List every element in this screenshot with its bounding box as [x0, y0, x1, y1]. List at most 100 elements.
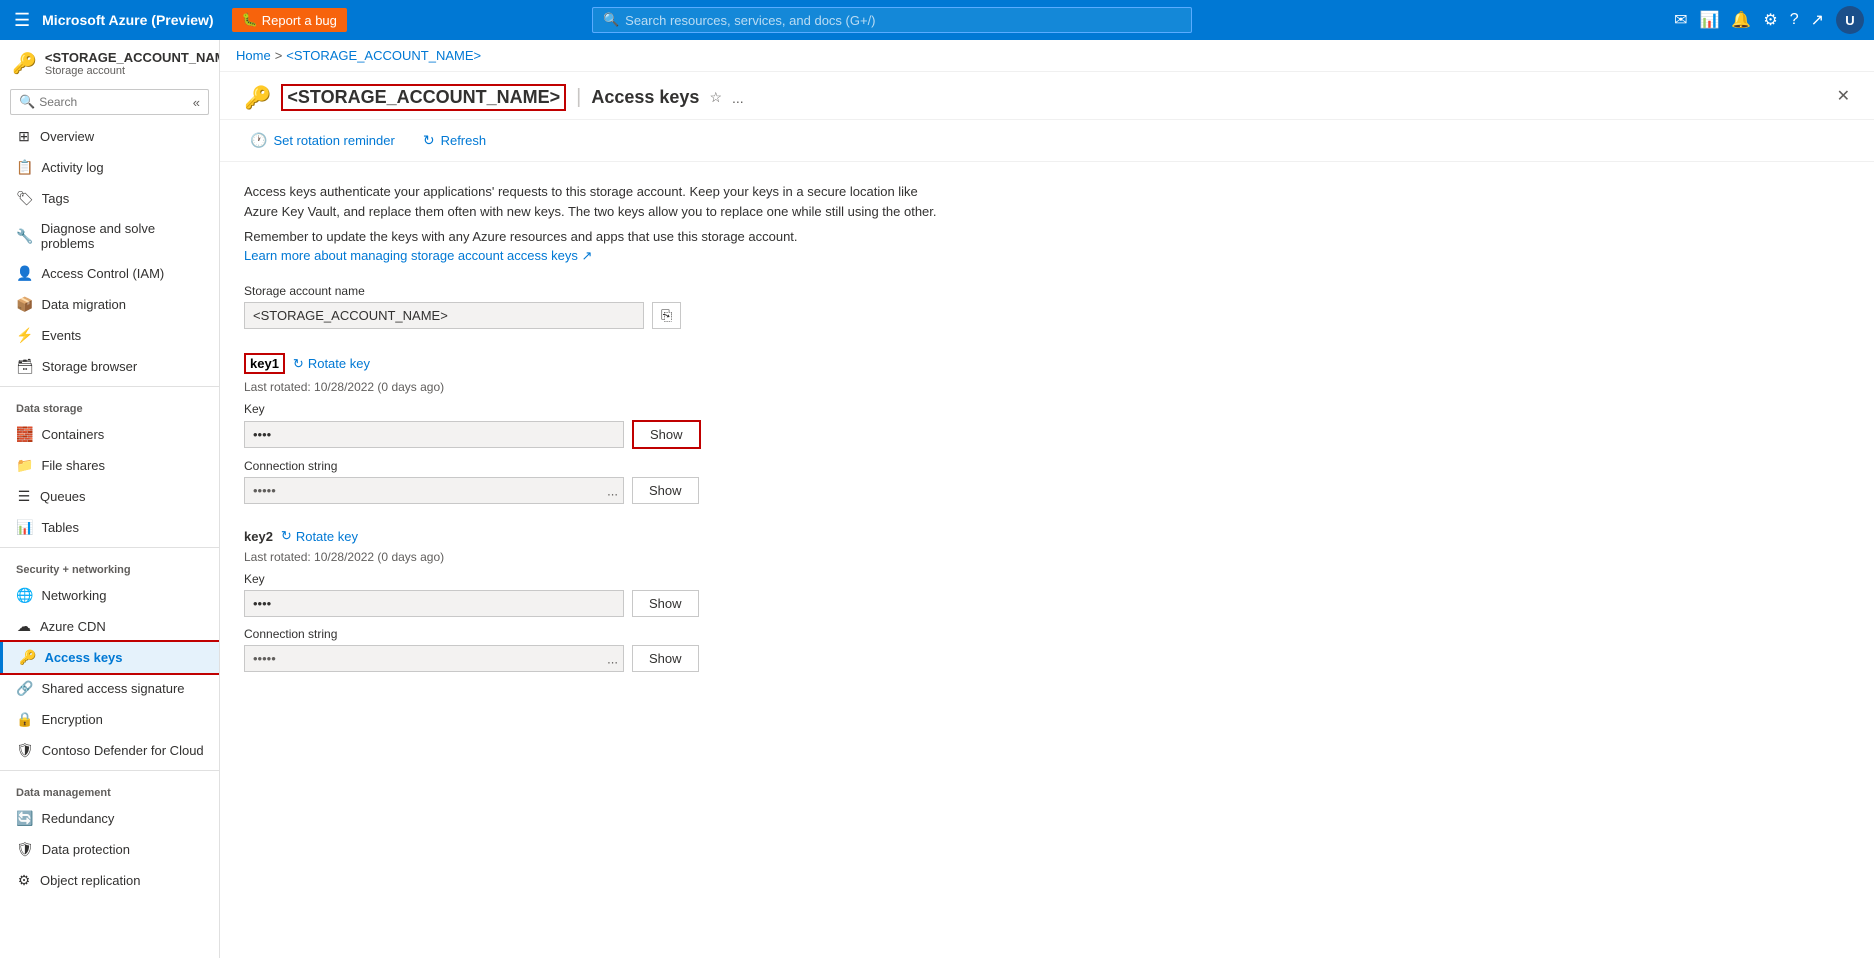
sidebar-resource-type: Storage account	[45, 65, 220, 77]
sidebar-item-defender[interactable]: 🛡 Contoso Defender for Cloud	[0, 735, 219, 766]
sidebar-item-encryption[interactable]: 🔒 Encryption	[0, 704, 219, 735]
data-mgmt-section-label: Data management	[0, 775, 219, 803]
description-text: Access keys authenticate your applicatio…	[244, 182, 944, 221]
refresh-button[interactable]: ↻ Refresh	[417, 128, 492, 153]
topbar-icons: ✉ 📊 🔔 ⚙ ? ↗ U	[1674, 6, 1864, 34]
set-rotation-reminder-button[interactable]: 🕐 Set rotation reminder	[244, 128, 401, 153]
sidebar-item-tables[interactable]: 📊 Tables	[0, 512, 219, 543]
help-icon[interactable]: ?	[1790, 11, 1799, 29]
rotate-key2-button[interactable]: ↻ Rotate key	[281, 528, 358, 544]
sidebar-item-label: Events	[41, 328, 81, 343]
bug-icon: 🐛	[242, 12, 258, 28]
key2-connection-row: ... Show	[244, 645, 1850, 672]
key1-connection-label: Connection string	[244, 459, 1850, 473]
divider-security	[0, 547, 219, 548]
content-area: Home > <STORAGE_ACCOUNT_NAME> 🔑 <STORAGE…	[220, 40, 1874, 958]
sidebar-item-object-replication[interactable]: ⚙ Object replication	[0, 865, 219, 896]
learn-more-link[interactable]: Learn more about managing storage accoun…	[244, 248, 592, 263]
global-search-box[interactable]: 🔍	[592, 7, 1192, 33]
access-keys-icon: 🔑	[19, 649, 36, 666]
sidebar-item-label: Data protection	[42, 842, 130, 857]
refresh-label: Refresh	[441, 133, 487, 148]
copy-storage-name-button[interactable]: ⎘	[652, 302, 681, 329]
sidebar-item-label: Overview	[40, 129, 94, 144]
key2-key-input[interactable]	[244, 590, 624, 617]
breadcrumb-sep1: >	[275, 48, 283, 63]
resource-type-icon: 🔑	[12, 51, 37, 76]
key2-connection-input[interactable]	[244, 645, 624, 672]
hamburger-icon[interactable]: ☰	[10, 6, 34, 35]
more-options-icon[interactable]: ...	[732, 90, 744, 106]
sidebar-item-label: Shared access signature	[41, 681, 184, 696]
notifications-icon[interactable]: 🔔	[1731, 10, 1751, 30]
sidebar-item-queues[interactable]: ☰ Queues	[0, 481, 219, 512]
sidebar-item-label: Redundancy	[41, 811, 114, 826]
settings-icon[interactable]: ⚙	[1763, 10, 1777, 30]
sidebar-search-box[interactable]: 🔍 «	[10, 89, 209, 115]
key1-connection-show-button[interactable]: Show	[632, 477, 699, 504]
sidebar-item-networking[interactable]: 🌐 Networking	[0, 580, 219, 611]
page-resource-icon: 🔑	[244, 85, 271, 111]
sidebar-item-events[interactable]: ⚡ Events	[0, 320, 219, 351]
sidebar-item-label: Activity log	[41, 160, 103, 175]
page-resource-name: <STORAGE_ACCOUNT_NAME>	[281, 84, 566, 111]
storage-account-name-input[interactable]	[244, 302, 644, 329]
sidebar-search-input[interactable]	[39, 95, 189, 109]
email-icon[interactable]: ✉	[1674, 10, 1687, 30]
rotate-key2-icon: ↻	[281, 528, 292, 544]
breadcrumb-account[interactable]: <STORAGE_ACCOUNT_NAME>	[286, 48, 481, 63]
sidebar-item-file-shares[interactable]: 📁 File shares	[0, 450, 219, 481]
sidebar-item-data-protection[interactable]: 🛡 Data protection	[0, 834, 219, 865]
rotate-key1-button[interactable]: ↻ Rotate key	[293, 356, 370, 372]
sidebar-item-overview[interactable]: ⊞ Overview	[0, 121, 219, 152]
report-bug-button[interactable]: 🐛 Report a bug	[232, 8, 347, 32]
key2-connection-ellipsis: ...	[607, 651, 618, 666]
activity-log-icon: 📋	[16, 159, 33, 176]
sidebar-item-azure-cdn[interactable]: ☁ Azure CDN	[0, 611, 219, 642]
report-bug-label: Report a bug	[262, 13, 337, 28]
key1-header: key1 ↻ Rotate key	[244, 353, 1850, 374]
key2-connection-label: Connection string	[244, 627, 1850, 641]
sidebar-item-label: Diagnose and solve problems	[41, 221, 207, 251]
key1-connection-input[interactable]	[244, 477, 624, 504]
sidebar-item-activity-log[interactable]: 📋 Activity log	[0, 152, 219, 183]
key2-header: key2 ↻ Rotate key	[244, 528, 1850, 544]
tables-icon: 📊	[16, 519, 33, 536]
sidebar-item-access-keys[interactable]: 🔑 Access keys	[0, 642, 219, 673]
sidebar-item-diagnose[interactable]: 🔧 Diagnose and solve problems	[0, 214, 219, 258]
tags-icon: 🏷	[16, 190, 34, 207]
sidebar-collapse-icon[interactable]: «	[193, 95, 200, 110]
key1-key-input[interactable]	[244, 421, 624, 448]
favorite-star-icon[interactable]: ☆	[709, 89, 722, 106]
feedback-icon[interactable]: ↗	[1811, 10, 1824, 30]
object-replication-icon: ⚙	[16, 872, 32, 889]
containers-icon: 🧱	[16, 426, 33, 443]
sidebar-resource-name: <STORAGE_ACCOUNT_NAME>	[45, 50, 220, 65]
sidebar-item-storage-browser[interactable]: 🗃 Storage browser	[0, 351, 219, 382]
sidebar-item-redundancy[interactable]: 🔄 Redundancy	[0, 803, 219, 834]
global-search-input[interactable]	[625, 13, 1181, 28]
data-migration-icon: 📦	[16, 296, 33, 313]
sidebar-item-label: Object replication	[40, 873, 140, 888]
sidebar-item-data-migration[interactable]: 📦 Data migration	[0, 289, 219, 320]
main-content: Access keys authenticate your applicatio…	[220, 162, 1874, 958]
sidebar-item-containers[interactable]: 🧱 Containers	[0, 419, 219, 450]
breadcrumb-home[interactable]: Home	[236, 48, 271, 63]
queues-icon: ☰	[16, 488, 32, 505]
file-shares-icon: 📁	[16, 457, 33, 474]
close-icon[interactable]: ✕	[1837, 86, 1850, 106]
refresh-icon: ↻	[423, 132, 435, 149]
key1-show-button[interactable]: Show	[632, 420, 701, 449]
key1-last-rotated: Last rotated: 10/28/2022 (0 days ago)	[244, 380, 1850, 394]
reminder-text: Remember to update the keys with any Azu…	[244, 229, 1850, 244]
avatar[interactable]: U	[1836, 6, 1864, 34]
cloud-shell-icon[interactable]: 📊	[1700, 10, 1720, 30]
sidebar-item-tags[interactable]: 🏷 Tags	[0, 183, 219, 214]
networking-icon: 🌐	[16, 587, 33, 604]
key2-show-button[interactable]: Show	[632, 590, 699, 617]
app-title: Microsoft Azure (Preview)	[42, 12, 213, 28]
key2-connection-show-button[interactable]: Show	[632, 645, 699, 672]
sidebar-item-shared-access[interactable]: 🔗 Shared access signature	[0, 673, 219, 704]
sidebar-item-access-control[interactable]: 👤 Access Control (IAM)	[0, 258, 219, 289]
key2-key-row: Show	[244, 590, 1850, 617]
